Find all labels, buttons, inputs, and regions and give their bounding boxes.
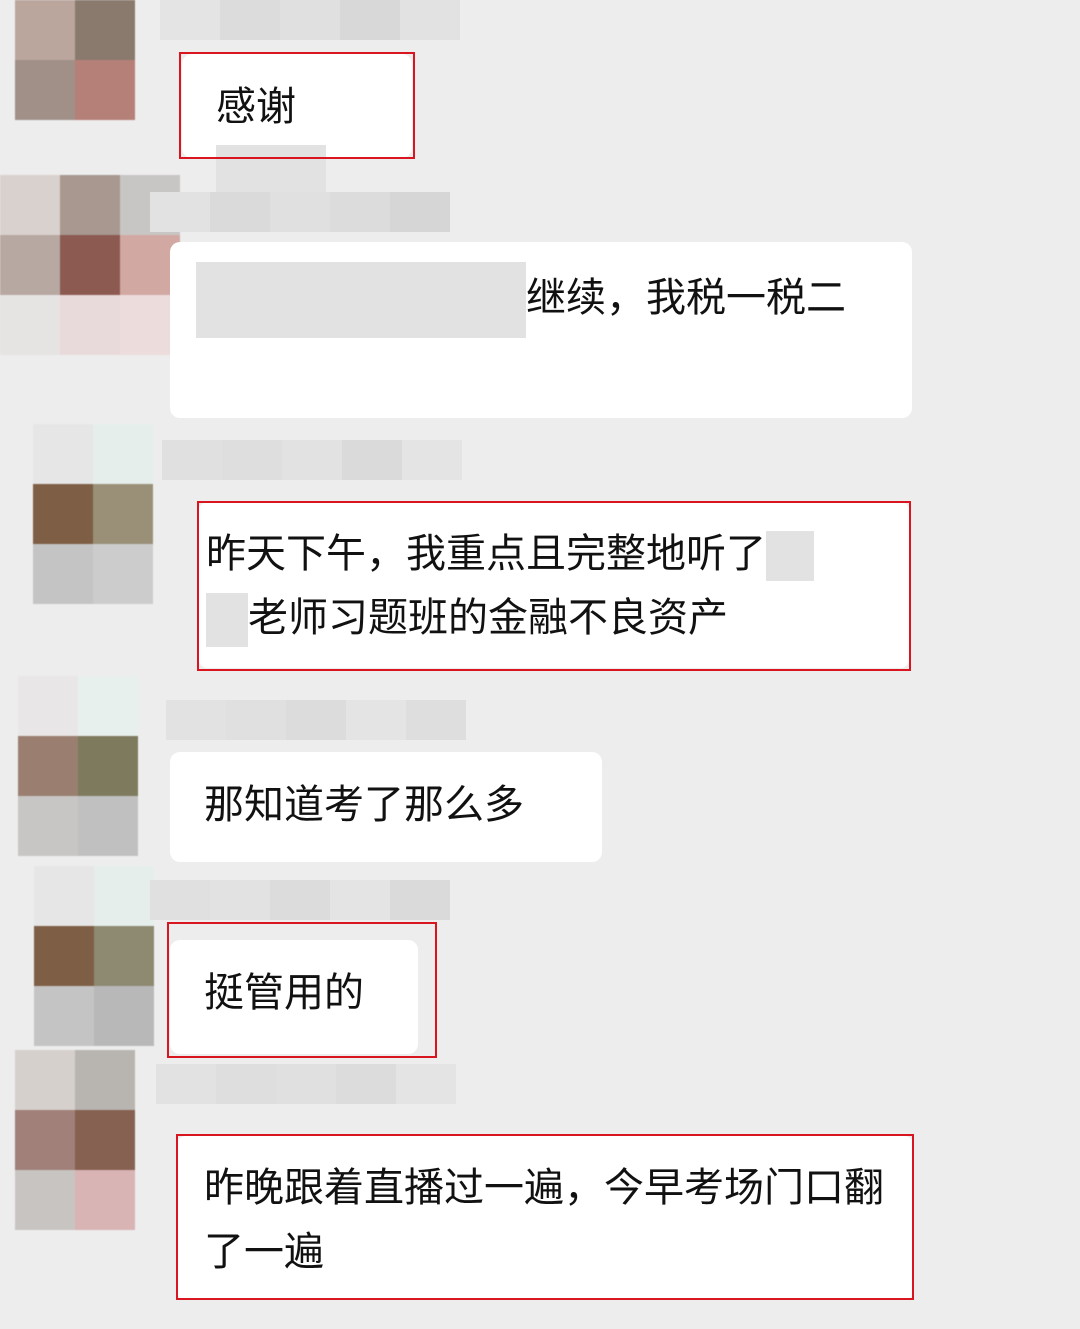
- sender-name-redacted: [162, 440, 462, 480]
- avatar[interactable]: [18, 676, 138, 856]
- sender-name-redacted: [150, 880, 450, 920]
- avatar[interactable]: [15, 0, 135, 120]
- message-text: 那知道考了那么多: [204, 782, 524, 828]
- highlight-box: [176, 1134, 914, 1300]
- sender-name-redacted: [156, 1064, 456, 1104]
- message-text: 继续，我税一税二: [526, 275, 846, 321]
- avatar[interactable]: [34, 866, 154, 1046]
- avatar[interactable]: [33, 424, 153, 604]
- redacted-text: [196, 262, 526, 338]
- sender-name-redacted: [150, 192, 450, 232]
- highlight-box: [179, 52, 415, 159]
- highlight-box: [167, 922, 437, 1058]
- sender-name-redacted: [160, 0, 460, 40]
- avatar[interactable]: [15, 1050, 135, 1230]
- sender-name-redacted: [166, 700, 466, 740]
- message-bubble[interactable]: 那知道考了那么多: [170, 752, 602, 862]
- message-bubble[interactable]: 继续，我税一税二: [170, 242, 912, 418]
- highlight-box: [197, 501, 911, 671]
